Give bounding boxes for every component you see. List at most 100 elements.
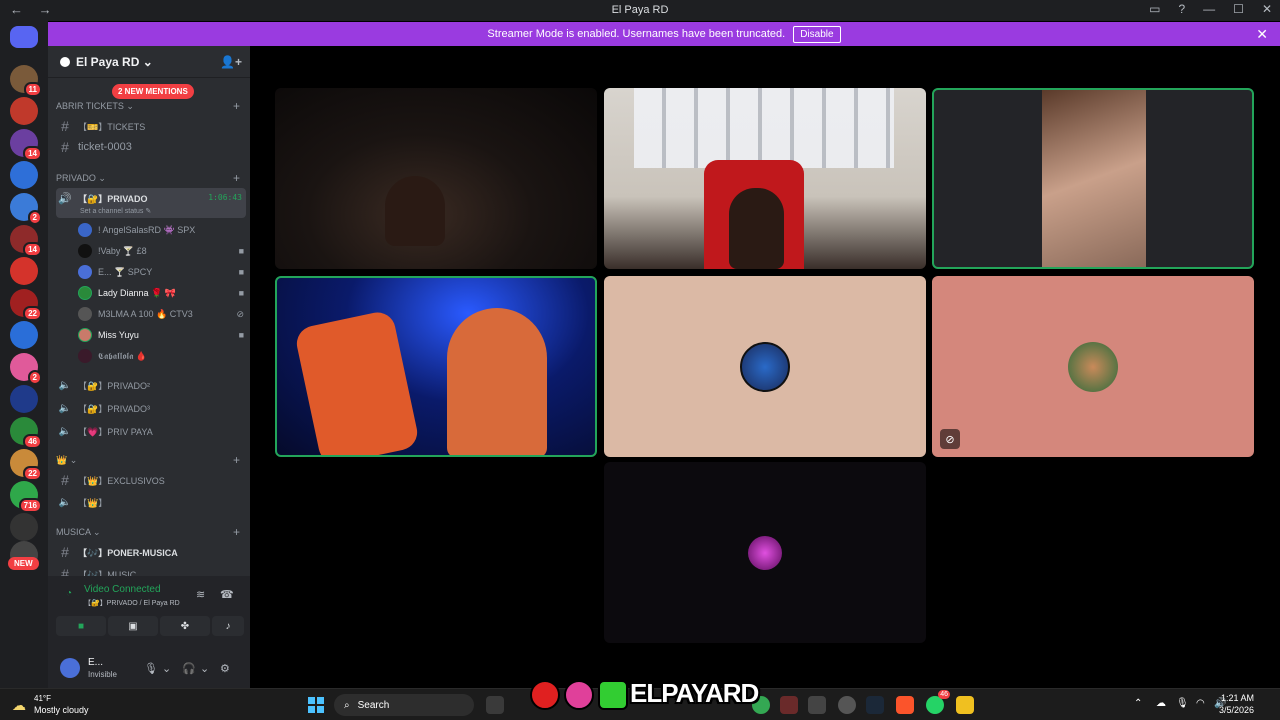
invite-people-icon[interactable]: 👤+ bbox=[220, 55, 242, 69]
voice-user[interactable]: Miss Yuyu ■ bbox=[78, 325, 248, 345]
video-tile[interactable] bbox=[604, 88, 926, 269]
channel-poner-musica[interactable]: # 【🎶】PONER-MUSICA bbox=[56, 542, 246, 562]
add-channel-icon[interactable]: + bbox=[233, 99, 240, 113]
voice-user[interactable]: Lady Dianna 🌹 🎀 ■ bbox=[78, 283, 248, 303]
user-name: 𝕮𝖆𝖇𝖆𝖑𝖑𝖔𝖑𝖆 bbox=[98, 350, 134, 361]
inbox-icon[interactable]: ▭ bbox=[1149, 2, 1160, 16]
microphone-icon[interactable]: 🎙 bbox=[1176, 698, 1189, 709]
voice-channel-exclusivos[interactable]: 🔈 【👑】 bbox=[56, 492, 246, 512]
voice-channel-privado2[interactable]: 🔈 【🔐】PRIVADO² bbox=[56, 375, 246, 395]
new-badge[interactable]: NEW bbox=[8, 557, 39, 570]
voice-user[interactable]: 𝕮𝖆𝖇𝖆𝖑𝖑𝖔𝖑𝖆 🩸 bbox=[78, 346, 248, 366]
noise-suppression-icon[interactable]: ≋ bbox=[196, 588, 205, 601]
video-tile[interactable] bbox=[275, 88, 597, 269]
server-icon[interactable] bbox=[10, 257, 38, 285]
user-tag: 🌹 🎀 bbox=[151, 287, 176, 298]
discord-home-icon[interactable] bbox=[10, 26, 38, 48]
headphones-icon[interactable]: 🎧 bbox=[182, 662, 196, 675]
server-icon[interactable] bbox=[10, 97, 38, 125]
server-icon[interactable]: 2 bbox=[10, 193, 42, 225]
video-tile[interactable] bbox=[604, 462, 926, 643]
app-icon[interactable] bbox=[780, 696, 798, 714]
server-icon[interactable] bbox=[10, 161, 38, 189]
minimize-button[interactable]: — bbox=[1203, 2, 1215, 16]
brave-icon[interactable] bbox=[896, 696, 914, 714]
server-icon[interactable]: 14 bbox=[10, 225, 42, 257]
whatsapp-icon[interactable]: 46 bbox=[926, 690, 950, 714]
server-icon[interactable] bbox=[10, 385, 38, 413]
task-view-icon[interactable] bbox=[486, 696, 504, 714]
server-icon[interactable]: 2 bbox=[10, 353, 42, 385]
category-exclusivos[interactable]: 👑 ⌄ + bbox=[56, 450, 246, 470]
video-tile[interactable] bbox=[275, 276, 597, 457]
help-icon[interactable]: ? bbox=[1178, 2, 1185, 16]
clock-time[interactable]: 1:21 AM bbox=[1221, 693, 1254, 703]
maximize-button[interactable]: ☐ bbox=[1233, 2, 1244, 16]
windows-start-icon[interactable] bbox=[308, 697, 324, 713]
voice-user[interactable]: M3LMA A 100 🔥 CTV3 ⊘ bbox=[78, 304, 248, 324]
voice-user[interactable]: ! AngelSalasRD 👾 SPX bbox=[78, 220, 248, 240]
category-privado[interactable]: Privado ⌄ + bbox=[56, 168, 246, 188]
voice-user[interactable]: !Vaby 🍸 £8 ■ bbox=[78, 241, 248, 261]
voice-channel-privado3[interactable]: 🔈 【🔐】PRIVADO³ bbox=[56, 398, 246, 418]
weather-temperature[interactable]: 41°F bbox=[34, 694, 51, 703]
server-icon[interactable]: 22 bbox=[10, 449, 42, 481]
server-header[interactable]: El Paya RD ⌄ 👤+ bbox=[48, 46, 250, 78]
app-icon[interactable] bbox=[956, 696, 974, 714]
category-musica[interactable]: MUSICA ⌄ + bbox=[56, 522, 246, 542]
user-name: M3LMA A 100 bbox=[98, 309, 154, 319]
disconnect-icon[interactable]: ☎ bbox=[220, 588, 234, 601]
server-icon[interactable]: 46 bbox=[10, 417, 42, 449]
server-icon[interactable] bbox=[10, 321, 38, 349]
steam-icon[interactable] bbox=[866, 696, 884, 714]
server-icon[interactable]: 11 bbox=[10, 65, 42, 97]
server-icon[interactable]: 14 bbox=[10, 129, 42, 161]
soundboard-button[interactable]: ♪ bbox=[212, 616, 244, 636]
video-icon: ■ bbox=[238, 288, 244, 298]
video-tile[interactable] bbox=[604, 276, 926, 457]
voice-status-title[interactable]: Video Connected bbox=[84, 584, 161, 595]
close-window-button[interactable]: ✕ bbox=[1262, 2, 1272, 16]
video-feed bbox=[1042, 90, 1146, 267]
connection-signal-icon[interactable]: ◔ bbox=[66, 588, 72, 599]
microphone-icon[interactable]: 🎙 bbox=[144, 662, 158, 675]
channel-tickets[interactable]: # 【🎫】TICKETS bbox=[56, 116, 246, 136]
chevron-up-icon[interactable]: ⌃ bbox=[1134, 698, 1142, 709]
server-icon[interactable]: 716 bbox=[10, 481, 42, 513]
activities-button[interactable]: ✤ bbox=[160, 616, 210, 636]
chevron-down-icon[interactable]: ⌄ bbox=[200, 662, 209, 675]
screen-share-button[interactable]: ▣ bbox=[108, 616, 158, 636]
voice-user[interactable]: E... 🍸 SPCY ■ bbox=[78, 262, 248, 282]
wifi-icon[interactable]: ◠ bbox=[1196, 698, 1205, 709]
close-icon[interactable]: ✕ bbox=[1256, 26, 1268, 43]
speaker-icon: 🔊 bbox=[58, 193, 72, 205]
network-icon[interactable]: ☁ bbox=[1156, 698, 1166, 709]
clock-date[interactable]: 3/5/2026 bbox=[1219, 705, 1254, 715]
channel-ticket-0003[interactable]: # ticket-0003 bbox=[56, 137, 246, 157]
mention-badge: 14 bbox=[23, 242, 42, 257]
add-channel-icon[interactable]: + bbox=[233, 453, 240, 467]
disable-streamer-button[interactable]: Disable bbox=[793, 25, 841, 43]
app-icon[interactable] bbox=[838, 696, 856, 714]
participant-avatar bbox=[748, 535, 782, 570]
add-channel-icon[interactable]: + bbox=[233, 525, 240, 539]
voice-channel-privado[interactable]: 🔊 【🔐】PRIVADO 1:06:43 Set a channel statu… bbox=[56, 188, 246, 218]
camera-button[interactable]: ■ bbox=[56, 616, 106, 636]
taskbar-search[interactable]: ⌕ Search bbox=[334, 694, 474, 716]
add-channel-icon[interactable]: + bbox=[233, 171, 240, 185]
server-icon[interactable]: 22 bbox=[10, 289, 42, 321]
channel-status[interactable]: Set a channel status ✎ bbox=[80, 207, 151, 215]
channel-exclusivos[interactable]: # 【👑】EXCLUSIVOS bbox=[56, 470, 246, 490]
video-tile[interactable] bbox=[932, 88, 1254, 269]
voice-channel-priv-paya[interactable]: 🔈 【💗】PRIV PAYA bbox=[56, 421, 246, 441]
user-avatar[interactable] bbox=[60, 658, 80, 678]
voice-status-subtitle[interactable]: 【🔐】PRIVADO / El Paya RD bbox=[84, 598, 180, 608]
avatar bbox=[78, 265, 92, 279]
chevron-down-icon[interactable]: ⌄ bbox=[162, 662, 171, 675]
category-tickets[interactable]: ABRIR TICKETS ⌄ + bbox=[56, 96, 246, 116]
app-icon[interactable] bbox=[808, 696, 826, 714]
video-tile[interactable]: ⊘ bbox=[932, 276, 1254, 457]
gear-icon[interactable]: ⚙ bbox=[220, 662, 230, 675]
server-icon[interactable] bbox=[10, 513, 38, 541]
weather-description[interactable]: Mostly cloudy bbox=[34, 705, 89, 715]
